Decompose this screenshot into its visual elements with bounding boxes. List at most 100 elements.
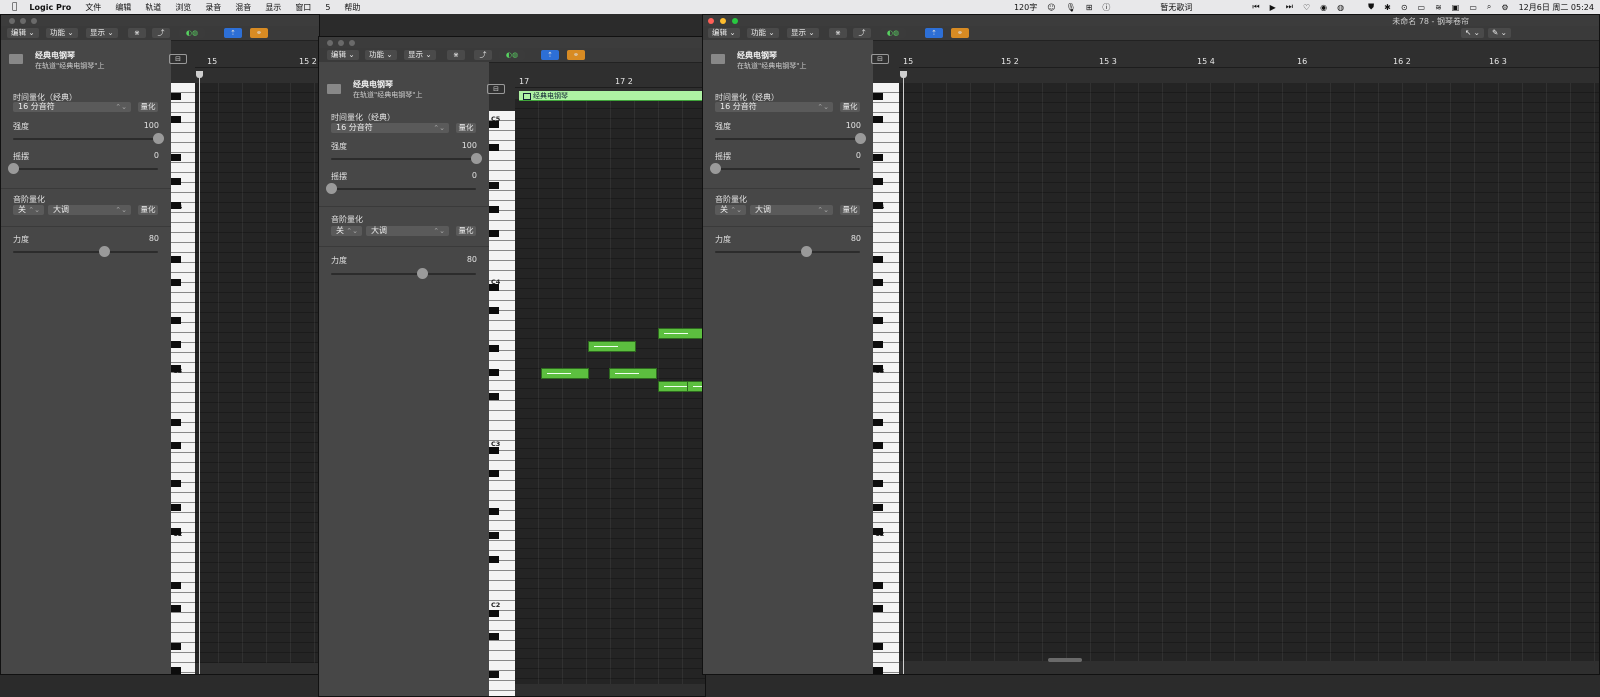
- black-key[interactable]: [489, 610, 499, 617]
- scale-quantize-button[interactable]: 量化: [456, 226, 476, 236]
- black-key[interactable]: [873, 504, 883, 511]
- music-app-icon[interactable]: ◉: [1320, 3, 1327, 12]
- minimize-button[interactable]: [720, 18, 726, 24]
- edit-menu[interactable]: 编辑 ⌄: [7, 28, 39, 38]
- black-key[interactable]: [171, 480, 181, 487]
- inspector-toggle-icon[interactable]: ⊟: [871, 54, 889, 64]
- time-quantize-select[interactable]: 16 分音符 ⌃⌄: [715, 102, 833, 112]
- black-key[interactable]: [873, 202, 883, 209]
- black-key[interactable]: [873, 256, 883, 263]
- close-button[interactable]: [327, 40, 333, 46]
- playhead-handle[interactable]: [196, 71, 203, 78]
- black-key[interactable]: [873, 178, 883, 185]
- scale-off-select[interactable]: 关 ⌃⌄: [715, 205, 746, 215]
- view-menu[interactable]: 显示 ⌄: [787, 28, 819, 38]
- black-key[interactable]: [171, 279, 181, 286]
- input-method-icon[interactable]: ⊞: [1086, 3, 1093, 12]
- swing-slider-knob[interactable]: [710, 163, 721, 174]
- strength-slider-knob[interactable]: [855, 133, 866, 144]
- view-menu[interactable]: 显示 ⌄: [404, 50, 436, 60]
- catch-icon[interactable]: ⇡: [224, 28, 242, 38]
- black-key[interactable]: [873, 317, 883, 324]
- black-key[interactable]: [171, 365, 181, 372]
- midi-in-icon[interactable]: ◐◍: [880, 28, 906, 38]
- inspector-toggle-icon[interactable]: ⊟: [169, 54, 187, 64]
- midi-note[interactable]: [658, 328, 705, 339]
- swing-slider[interactable]: [710, 163, 860, 174]
- clock-datetime[interactable]: 12月6日 周二 05:24: [1519, 2, 1594, 13]
- velocity-slider-knob[interactable]: [417, 268, 429, 279]
- automation-icon[interactable]: ⤴: [152, 28, 170, 38]
- strength-slider[interactable]: [13, 133, 164, 144]
- quantize-button[interactable]: 量化: [840, 102, 860, 112]
- swing-slider-knob[interactable]: [326, 183, 337, 194]
- menu-app-name[interactable]: Logic Pro: [29, 3, 71, 12]
- black-key[interactable]: [873, 341, 883, 348]
- black-key[interactable]: [171, 528, 181, 535]
- menu-browse[interactable]: 浏览: [175, 2, 191, 13]
- black-key[interactable]: [873, 419, 883, 426]
- scale-off-select[interactable]: 关 ⌃⌄: [13, 205, 44, 215]
- window-titlebar[interactable]: [319, 37, 705, 48]
- black-key[interactable]: [489, 532, 499, 539]
- word-count-status[interactable]: 120字: [1014, 2, 1037, 13]
- wifi-icon[interactable]: ≋: [1435, 3, 1442, 12]
- black-key[interactable]: [489, 307, 499, 314]
- menu-window[interactable]: 窗口: [295, 2, 311, 13]
- search-icon[interactable]: ⌕: [1487, 2, 1491, 12]
- menu-5[interactable]: 5: [325, 3, 330, 12]
- black-key[interactable]: [171, 317, 181, 324]
- control-center-icon[interactable]: ▣: [1452, 3, 1460, 12]
- black-key[interactable]: [171, 256, 181, 263]
- ruler[interactable]: 15 15 2 15 3 15 4 16 16 2 16 3: [899, 57, 1599, 68]
- close-button[interactable]: [9, 18, 15, 24]
- functions-menu[interactable]: 功能 ⌄: [747, 28, 779, 38]
- catch-icon[interactable]: ⇡: [925, 28, 943, 38]
- strength-slider-knob[interactable]: [153, 133, 164, 144]
- velocity-slider[interactable]: [13, 246, 158, 257]
- scale-major-select[interactable]: 大调 ⌃⌄: [48, 205, 131, 215]
- black-key[interactable]: [873, 643, 883, 650]
- swing-slider-knob[interactable]: [8, 163, 19, 174]
- black-key[interactable]: [489, 470, 499, 477]
- menu-mix[interactable]: 混音: [235, 2, 251, 13]
- black-key[interactable]: [873, 279, 883, 286]
- black-key[interactable]: [171, 341, 181, 348]
- quantize-icon[interactable]: ⋇: [829, 28, 847, 38]
- menu-edit[interactable]: 编辑: [115, 2, 131, 13]
- black-key[interactable]: [171, 419, 181, 426]
- black-key[interactable]: [873, 365, 883, 372]
- apple-menu-icon[interactable]: : [12, 2, 17, 12]
- pencil-tool-menu[interactable]: ✎ ⌄: [1488, 28, 1511, 38]
- black-key[interactable]: [489, 230, 499, 237]
- scale-quantize-button[interactable]: 量化: [840, 205, 860, 215]
- black-key[interactable]: [489, 121, 499, 128]
- midi-in-icon[interactable]: ◐◍: [499, 50, 525, 60]
- midi-region[interactable]: 经典电钢琴: [519, 91, 705, 101]
- strength-slider-knob[interactable]: [471, 153, 482, 164]
- automation-icon[interactable]: ⤴: [474, 50, 492, 60]
- strength-slider[interactable]: [715, 133, 866, 144]
- wechat-icon[interactable]: ◍: [1337, 3, 1344, 12]
- black-key[interactable]: [873, 116, 883, 123]
- black-key[interactable]: [489, 284, 499, 291]
- shield-icon[interactable]: ⛊: [1368, 2, 1374, 12]
- black-key[interactable]: [873, 667, 883, 674]
- black-key[interactable]: [489, 182, 499, 189]
- record-icon[interactable]: ⊙: [1401, 3, 1408, 12]
- midi-note[interactable]: [609, 368, 657, 379]
- ruler[interactable]: 15 15 2: [195, 57, 319, 68]
- lyrics-status[interactable]: 暂无歌词: [1160, 2, 1192, 13]
- velocity-slider-knob[interactable]: [801, 246, 813, 257]
- control-icon[interactable]: ⚙: [1501, 3, 1508, 12]
- strength-slider[interactable]: [331, 153, 482, 164]
- view-menu[interactable]: 显示 ⌄: [86, 28, 118, 38]
- ruler[interactable]: 17 17 2: [515, 77, 705, 88]
- horizontal-scrollbar[interactable]: [1048, 658, 1082, 662]
- menu-track[interactable]: 轨道: [145, 2, 161, 13]
- black-key[interactable]: [489, 556, 499, 563]
- piano-keyboard[interactable]: C4 C3 C2: [873, 83, 899, 674]
- black-key[interactable]: [873, 93, 883, 100]
- inspector-toggle-icon[interactable]: ⊟: [487, 84, 505, 94]
- quantize-icon[interactable]: ⋇: [128, 28, 146, 38]
